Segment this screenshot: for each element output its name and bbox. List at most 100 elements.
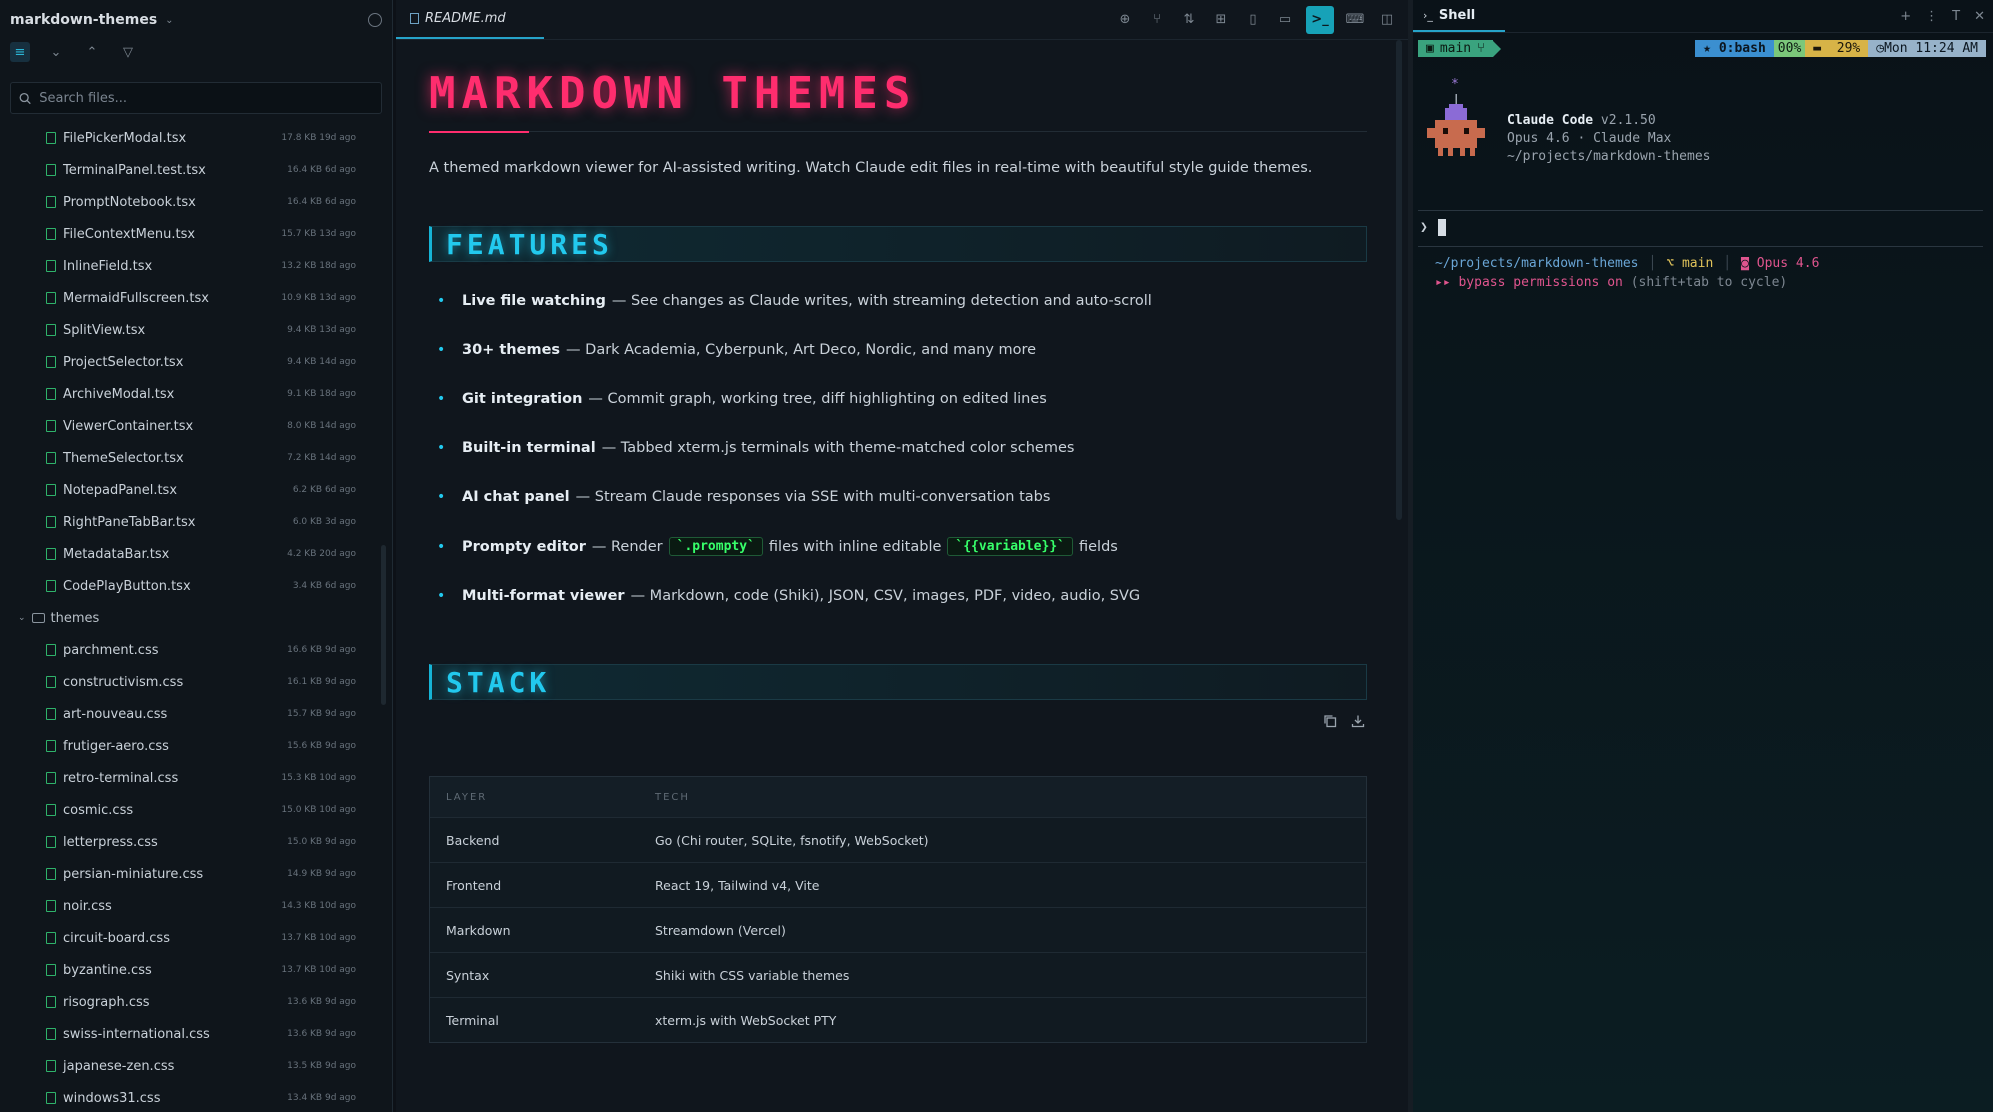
- table-row: Backend Go (Chi router, SQLite, fsnotify,…: [430, 817, 1366, 862]
- file-item[interactable]: persian-miniature.css 14.9 KB 9d ago: [0, 858, 380, 890]
- file-name: MetadataBar.tsx: [63, 546, 170, 562]
- filter-icon[interactable]: ▽: [118, 42, 138, 62]
- split-pane-icon[interactable]: ◫: [1376, 9, 1398, 31]
- file-meta: 3.4 KB 6d ago: [292, 581, 356, 591]
- file-icon: [46, 804, 56, 816]
- file-icon: [46, 164, 56, 176]
- file-item[interactable]: parchment.css 16.6 KB 9d ago: [0, 634, 380, 666]
- table-row: Markdown Streamdown (Vercel): [430, 907, 1366, 952]
- keyboard-icon[interactable]: ⌨: [1344, 9, 1366, 31]
- file-item[interactable]: retro-terminal.css 15.3 KB 10d ago: [0, 762, 380, 794]
- tree-view-icon[interactable]: ≡: [10, 42, 30, 62]
- file-item[interactable]: ViewerContainer.tsx 8.0 KB 14d ago: [0, 410, 380, 442]
- file-name: japanese-zen.css: [63, 1058, 175, 1074]
- file-item[interactable]: FileContextMenu.tsx 15.7 KB 13d ago: [0, 218, 380, 250]
- claude-name: Claude Code: [1507, 113, 1594, 128]
- status-model: ◙ Opus 4.6: [1741, 256, 1819, 271]
- tab-readme[interactable]: README.md: [396, 0, 544, 39]
- project-selector[interactable]: markdown-themes: [10, 12, 157, 28]
- viewer-scrollbar[interactable]: [1396, 40, 1402, 520]
- file-item[interactable]: InlineField.tsx 13.2 KB 18d ago: [0, 250, 380, 282]
- file-item[interactable]: noir.css 14.3 KB 10d ago: [0, 890, 380, 922]
- tab-shell[interactable]: ›_ Shell: [1413, 0, 1505, 32]
- file-icon: [46, 644, 56, 656]
- git-branch-icon: ⑂: [1477, 41, 1485, 56]
- file-item[interactable]: TerminalPanel.test.tsx 16.4 KB 6d ago: [0, 154, 380, 186]
- file-item[interactable]: art-nouveau.css 15.7 KB 9d ago: [0, 698, 380, 730]
- file-item[interactable]: ProjectSelector.tsx 9.4 KB 14d ago: [0, 346, 380, 378]
- file-item[interactable]: letterpress.css 15.0 KB 9d ago: [0, 826, 380, 858]
- file-item[interactable]: PromptNotebook.tsx 16.4 KB 6d ago: [0, 186, 380, 218]
- file-icon: [46, 580, 56, 592]
- permission-hint: (shift+tab to cycle): [1630, 275, 1788, 290]
- table-cell-tech: Go (Chi router, SQLite, fsnotify, WebSoc…: [655, 832, 929, 848]
- file-icon: [46, 420, 56, 432]
- font-icon[interactable]: T: [1952, 9, 1960, 24]
- file-item[interactable]: SplitView.tsx 9.4 KB 13d ago: [0, 314, 380, 346]
- file-item[interactable]: risograph.css 13.6 KB 9d ago: [0, 986, 380, 1018]
- feature-text: fields: [1078, 538, 1118, 555]
- settings-icon[interactable]: [368, 13, 382, 27]
- file-item[interactable]: FilePickerModal.tsx 17.8 KB 19d ago: [0, 122, 380, 154]
- file-item[interactable]: cosmic.css 15.0 KB 10d ago: [0, 794, 380, 826]
- file-meta: 6.2 KB 6d ago: [292, 485, 356, 495]
- file-item[interactable]: CodePlayButton.tsx 3.4 KB 6d ago: [0, 570, 380, 602]
- chat-icon[interactable]: ▭: [1274, 9, 1296, 31]
- feature-text: — Dark Academia, Cyberpunk, Art Deco, No…: [566, 341, 1037, 358]
- file-item[interactable]: circuit-board.css 13.7 KB 10d ago: [0, 922, 380, 954]
- file-item[interactable]: RightPaneTabBar.tsx 6.0 KB 3d ago: [0, 506, 380, 538]
- file-name: parchment.css: [63, 642, 159, 658]
- file-item[interactable]: NotepadPanel.tsx 6.2 KB 6d ago: [0, 474, 380, 506]
- file-search: [10, 82, 382, 114]
- file-icon: [46, 932, 56, 944]
- feature-text: — Tabbed xterm.js terminals with theme-m…: [601, 440, 1075, 457]
- features-heading: FEATURES: [429, 226, 1367, 262]
- file-item[interactable]: byzantine.css 13.7 KB 10d ago: [0, 954, 380, 986]
- status-cpu: 00%: [1773, 40, 1806, 57]
- star-icon: ★: [1703, 41, 1719, 56]
- expand-all-icon[interactable]: ⌄: [46, 42, 66, 62]
- terminal-icon[interactable]: >_: [1306, 5, 1334, 34]
- feature-name: 30+ themes: [462, 341, 561, 358]
- file-icon: [46, 324, 56, 336]
- grid-icon[interactable]: ⊞: [1210, 9, 1232, 31]
- file-item[interactable]: ArchiveModal.tsx 9.1 KB 18d ago: [0, 378, 380, 410]
- file-item[interactable]: MetadataBar.tsx 4.2 KB 20d ago: [0, 538, 380, 570]
- text-cursor: [1437, 219, 1446, 236]
- file-item[interactable]: japanese-zen.css 13.5 KB 9d ago: [0, 1050, 380, 1082]
- table-cell-tech: Shiki with CSS variable themes: [655, 967, 850, 983]
- file-meta: 13.5 KB 9d ago: [287, 1061, 356, 1071]
- book-icon[interactable]: ▯: [1242, 9, 1264, 31]
- file-item[interactable]: MermaidFullscreen.tsx 10.9 KB 13d ago: [0, 282, 380, 314]
- file-name: swiss-international.css: [63, 1026, 210, 1042]
- copy-icon[interactable]: [1323, 714, 1337, 728]
- file-name: retro-terminal.css: [63, 770, 179, 786]
- more-icon[interactable]: ⋮: [1925, 9, 1938, 24]
- file-item[interactable]: constructivism.css 16.1 KB 9d ago: [0, 666, 380, 698]
- file-icon: [46, 132, 56, 144]
- crosshair-icon[interactable]: ⊕: [1114, 9, 1136, 31]
- sidebar-scrollbar[interactable]: [381, 545, 386, 705]
- git-compare-icon[interactable]: ⇅: [1178, 9, 1200, 31]
- file-item[interactable]: frutiger-aero.css 15.6 KB 9d ago: [0, 730, 380, 762]
- file-item[interactable]: windows31.css 13.4 KB 9d ago: [0, 1082, 380, 1112]
- session-label: 0:bash: [1718, 41, 1766, 56]
- collapse-all-icon[interactable]: ⌃: [82, 42, 102, 62]
- download-icon[interactable]: [1351, 714, 1365, 728]
- chevron-down-icon[interactable]: ⌄: [165, 15, 173, 26]
- search-input[interactable]: [39, 90, 373, 106]
- prompt-line[interactable]: ❯: [1420, 219, 1446, 236]
- file-meta: 13.2 KB 18d ago: [281, 261, 356, 271]
- folder-item-themes[interactable]: ⌄ themes: [0, 602, 380, 634]
- file-item[interactable]: swiss-international.css 13.6 KB 9d ago: [0, 1018, 380, 1050]
- feature-item: • AI chat panel — Stream Claude responses …: [429, 473, 1367, 522]
- inline-code: `.prompty`: [668, 537, 763, 557]
- add-icon[interactable]: +: [1900, 9, 1911, 24]
- file-name: constructivism.css: [63, 674, 184, 690]
- file-item[interactable]: ThemeSelector.tsx 7.2 KB 14d ago: [0, 442, 380, 474]
- clock-label: Mon 11:24 AM: [1884, 41, 1978, 56]
- intro-paragraph: A themed markdown viewer for AI-assisted…: [429, 160, 1313, 176]
- status-branch-name: main: [1439, 41, 1472, 56]
- git-branch-icon[interactable]: ⑂: [1146, 9, 1168, 31]
- close-icon[interactable]: ✕: [1974, 9, 1985, 24]
